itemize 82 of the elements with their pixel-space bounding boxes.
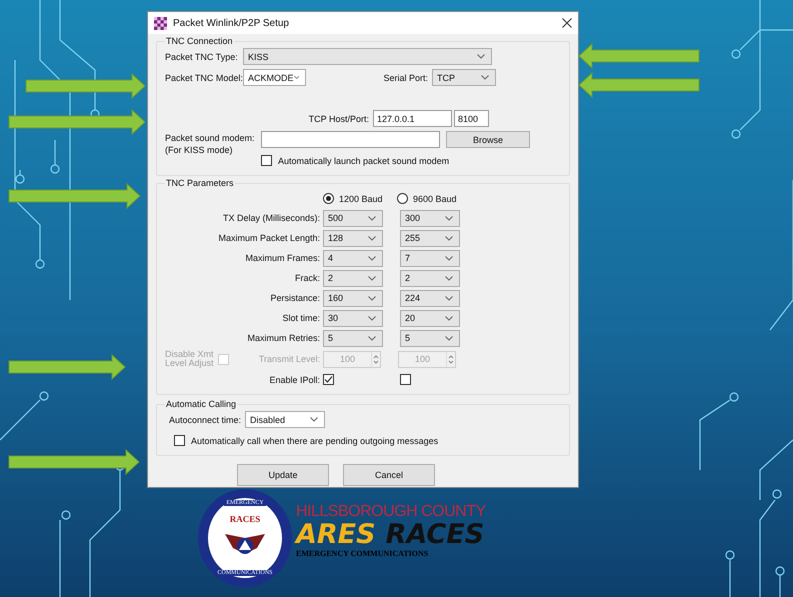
field-label: Persistance: [269,293,320,303]
chevron-icon [368,216,376,220]
group-title: TNC Connection [165,36,234,46]
chevron-icon [445,236,453,240]
field-label: Maximum Retries: [246,333,320,343]
dropdown[interactable]: 224 [400,290,460,306]
chevron-icon [477,54,485,59]
tagline: EMERGENCY COMMUNICATIONS [296,549,430,558]
host-field[interactable]: 127.0.0.1 [373,110,452,127]
sound-modem-field[interactable] [261,131,440,148]
chevron-icon [445,216,453,220]
chevron-icon [294,75,299,80]
chevron-icon [368,276,376,280]
checkered-app-icon [154,16,167,30]
county-title: HILLSBOROUGH COUNTY [296,503,486,521]
field-label: Packet TNC Type: [165,52,239,62]
spin-arrows-icon [371,352,380,366]
seal-text: RACES [230,514,260,524]
dropdown[interactable]: 255 [400,230,460,246]
dropdown[interactable]: 2 [400,270,460,286]
dropdown[interactable]: 2 [323,270,383,286]
checkbox[interactable] [174,435,185,446]
field-label: Transmit Level: [258,354,320,364]
update-button[interactable]: Update [237,464,329,486]
checkbox-label: Automatically call when there are pending outgoing messages [191,436,438,446]
chevron-icon [445,316,453,320]
radio-button[interactable] [323,193,334,204]
races-title: RACES [386,521,484,549]
window-title: Packet Winlink/P2P Setup [173,18,290,28]
chevron-icon [368,296,376,300]
field-label: Slot time: [281,313,320,323]
radio-label: 1200 Baud [339,194,383,204]
dropdown[interactable]: 5 [323,330,383,346]
chevron-icon [445,256,453,260]
dropdown[interactable]: 20 [400,310,460,326]
dropdown[interactable]: 160 [323,290,383,306]
field-hint: (For KISS mode) [165,145,234,155]
field-label: Maximum Packet Length: [217,233,320,243]
field-label: TX Delay (Milliseconds): [222,213,320,223]
checkbox[interactable] [261,155,272,166]
chevron-icon [310,417,318,422]
dropdown[interactable]: TCP [432,69,496,86]
chevron-icon [445,296,453,300]
chevron-icon [368,236,376,240]
checkbox[interactable] [323,374,334,385]
dropdown[interactable]: 128 [323,230,383,246]
cancel-button[interactable]: Cancel [343,464,435,486]
dropdown[interactable]: 5 [400,330,460,346]
dropdown[interactable]: KISS [243,48,492,65]
field-label: Frack: [294,273,320,283]
dropdown[interactable]: Disabled [245,411,326,428]
dropdown[interactable]: 7 [400,250,460,266]
dropdown[interactable]: 30 [323,310,383,326]
dropdown[interactable]: 500 [323,210,383,226]
field-label: Packet sound modem: [165,133,256,143]
dropdown[interactable]: 300 [400,210,460,226]
field-label: Maximum Frames: [244,253,320,263]
ares-title: ARES [296,521,376,549]
chevron-icon [368,316,376,320]
radio-label: 9600 Baud [413,194,457,204]
field-label: Enable IPoll: [268,374,320,384]
group-title: TNC Parameters [165,178,235,188]
port-field[interactable]: 8100 [454,110,489,127]
radio-button[interactable] [397,193,408,204]
chevron-icon [368,336,376,340]
group-title: Automatic Calling [165,399,238,409]
chevron-icon [445,336,453,340]
checkbox[interactable] [400,374,411,385]
checkmark-icon [324,375,333,384]
field-label: TCP Host/Port: [308,114,369,124]
chevron-icon [481,75,489,80]
spin-arrows-icon [446,352,455,366]
dropdown[interactable]: ACKMODE [243,69,306,86]
chevron-icon [445,276,453,280]
field-label: Autoconnect time: [169,414,242,424]
close-icon[interactable] [562,18,572,28]
checkbox-label: Automatically launch packet sound modem [278,156,450,166]
chevron-icon [368,256,376,260]
field-label: Serial Port: [382,72,428,82]
dropdown[interactable]: 4 [323,250,383,266]
browse-button[interactable]: Browse [446,131,530,148]
checkbox-label: Disable Xmt Level Adjust [165,350,215,368]
